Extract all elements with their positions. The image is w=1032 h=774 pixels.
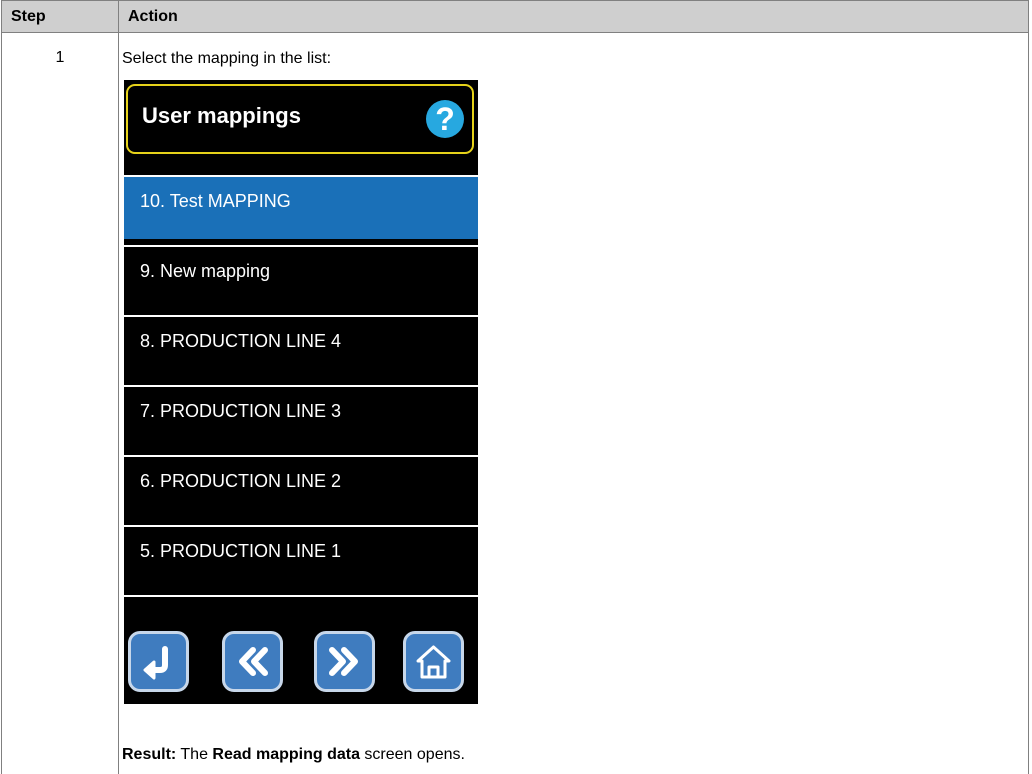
help-button[interactable]: ? bbox=[426, 100, 464, 138]
list-item-label: 10. Test MAPPING bbox=[140, 191, 291, 211]
list-item[interactable]: 8. PRODUCTION LINE 4 bbox=[124, 315, 478, 379]
previous-page-button[interactable] bbox=[222, 631, 283, 692]
procedure-table: Step Action 1 Select the mapping in the … bbox=[1, 0, 1029, 774]
next-page-button[interactable] bbox=[314, 631, 375, 692]
list-item-label: 9. New mapping bbox=[140, 261, 271, 281]
list-item[interactable]: 10. Test MAPPING bbox=[124, 175, 478, 239]
list-item-label: 8. PRODUCTION LINE 4 bbox=[140, 331, 342, 351]
table-border-right bbox=[1028, 33, 1029, 774]
result-label: Result: bbox=[122, 746, 177, 763]
result-pre: The bbox=[176, 746, 213, 763]
list-item-label: 5. PRODUCTION LINE 1 bbox=[140, 541, 342, 561]
screen-title: User mappings bbox=[142, 103, 301, 128]
list-item[interactable]: 9. New mapping bbox=[124, 245, 478, 309]
list-item[interactable]: 6. PRODUCTION LINE 2 bbox=[124, 455, 478, 519]
table-column-divider bbox=[118, 33, 119, 774]
question-mark-icon: ? bbox=[435, 101, 455, 137]
title-bar: User mappings ? bbox=[126, 84, 474, 154]
double-chevron-left-icon bbox=[239, 647, 268, 676]
list-item-label: 6. PRODUCTION LINE 2 bbox=[140, 471, 342, 491]
home-icon bbox=[416, 645, 451, 679]
header-step: Step bbox=[1, 0, 119, 33]
return-arrow-icon bbox=[143, 646, 168, 680]
list-item[interactable]: 7. PRODUCTION LINE 3 bbox=[124, 385, 478, 449]
home-button[interactable] bbox=[403, 631, 464, 692]
device-screen: User mappings ? 10. Test MAPPING 9. New … bbox=[124, 80, 478, 704]
instruction-text: Select the mapping in the list: bbox=[122, 50, 332, 67]
header-action: Action bbox=[118, 0, 1029, 33]
step-number: 1 bbox=[55, 49, 65, 66]
result-text: Result: The Read mapping data screen ope… bbox=[122, 745, 465, 765]
result-post: screen opens. bbox=[359, 746, 465, 763]
double-chevron-right-icon bbox=[329, 647, 358, 676]
list-divider bbox=[124, 595, 478, 597]
table-border-left bbox=[1, 33, 2, 774]
list-item-label: 7. PRODUCTION LINE 3 bbox=[140, 401, 342, 421]
return-button[interactable] bbox=[128, 631, 189, 692]
screen-name: Read mapping data bbox=[212, 746, 360, 763]
list-item[interactable]: 5. PRODUCTION LINE 1 bbox=[124, 525, 478, 589]
